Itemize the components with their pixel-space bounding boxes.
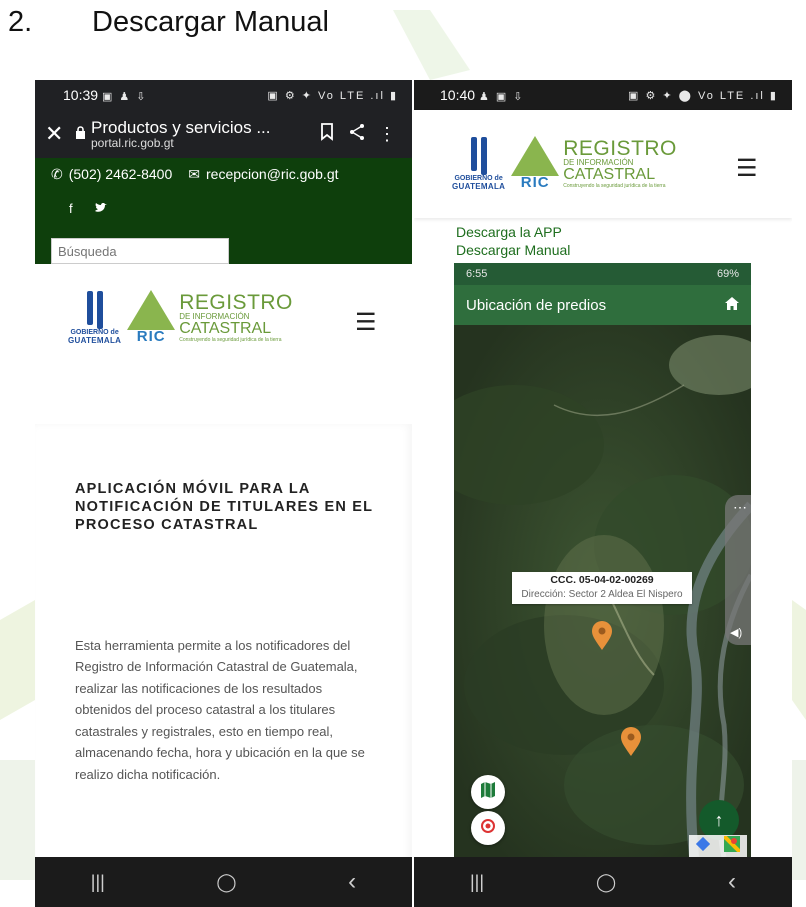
contact-bar: ✆ (502) 2462-8400 ✉ recepcion@ric.gob.gt f (35, 158, 412, 264)
back-button[interactable]: ‹ (348, 868, 356, 896)
map-icon (481, 781, 495, 803)
home-button[interactable]: ◯ (216, 872, 236, 893)
site-header: GOBIERNO de GUATEMALA RIC REGISTRO DE IN… (35, 264, 412, 424)
share-icon[interactable] (342, 123, 372, 146)
back-button[interactable]: ‹ (728, 868, 736, 896)
speaker-icon: ◀) (730, 627, 743, 639)
gobierno-logo: GOBIERNO de GUATEMALA (452, 136, 505, 191)
download-app-link[interactable]: Descarga la APP (456, 224, 792, 242)
hamburger-menu-icon[interactable]: ☰ (355, 308, 377, 337)
ric-logo[interactable]: GOBIERNO de GUATEMALA RIC REGISTRO DE IN… (68, 290, 293, 345)
close-icon[interactable]: ✕ (45, 121, 75, 147)
contact-email[interactable]: recepcion@ric.gob.gt (206, 166, 339, 182)
scroll-top-button[interactable]: ↑ (699, 800, 739, 840)
lock-icon (75, 126, 91, 142)
facebook-icon[interactable]: f (69, 201, 73, 216)
status-bar: 10:39 ▣ ♟ ⇩ ▣ ⚙ ✦ Vo LTE .ıl ▮ (35, 80, 412, 110)
section-heading: 2. Descargar Manual (8, 6, 329, 39)
contact-phone[interactable]: (502) 2462-8400 (69, 166, 173, 182)
location-target-icon (480, 818, 496, 839)
gobierno-logo: GOBIERNO de GUATEMALA (68, 290, 121, 345)
mail-icon: ✉ (188, 166, 200, 182)
recents-button[interactable]: ||| (470, 872, 484, 893)
site-header: GOBIERNO de GUATEMALA RIC REGISTRO DE IN… (414, 110, 792, 218)
status-left-icons: ▣ ♟ ⇩ (101, 91, 148, 103)
android-nav-bar: ||| ◯ ‹ (35, 857, 412, 907)
status-left-icons: ♟ ▣ ⇩ (478, 91, 525, 103)
arrow-up-icon: ↑ (714, 809, 724, 830)
map-app-logos (689, 834, 747, 857)
app-title: APLICACIÓN MÓVIL PARA LA NOTIFICACIÓN DE… (75, 481, 373, 534)
status-right-icons: ▣ ⚙ ✦ Vo LTE .ıl ▮ (267, 89, 398, 102)
hamburger-menu-icon[interactable]: ☰ (736, 154, 758, 183)
search-input[interactable] (51, 238, 229, 264)
status-time: 10:40 (440, 87, 476, 103)
app-bar: Ubicación de predios (454, 285, 751, 325)
inner-status-bar: 6:55 69% (454, 263, 751, 285)
status-time: 10:39 (63, 87, 99, 103)
map-pin-icon[interactable] (591, 621, 613, 656)
right-phone-screenshot: 10:40 ♟ ▣ ⇩ ▣ ⚙ ✦ ⬤ Vo LTE .ıl ▮ GOBIERN… (414, 80, 792, 907)
volume-slider[interactable]: ⋯ ◀) (725, 495, 751, 645)
recents-button[interactable]: ||| (91, 872, 105, 893)
browser-toolbar: ✕ Productos y servicios ... portal.ric.g… (35, 110, 412, 158)
browser-title-box[interactable]: Productos y servicios ... portal.ric.gob… (91, 119, 312, 149)
phone-icon: ✆ (51, 166, 63, 182)
bookmark-icon[interactable] (312, 122, 342, 146)
navigation-app-icon[interactable] (695, 836, 711, 856)
ric-triangle-icon (511, 136, 560, 176)
page-title: Productos y servicios ... (91, 118, 271, 137)
app-description: Esta herramienta permite a los notificad… (75, 638, 365, 782)
satellite-map[interactable]: ⋯ ◀) CCC. 05-04-02-00269 Dirección: Sect… (454, 325, 751, 857)
ric-logo[interactable]: GOBIERNO de GUATEMALA RIC REGISTRO DE IN… (452, 136, 677, 191)
content-area: APLICACIÓN MÓVIL PARA LA NOTIFICACIÓN DE… (35, 424, 412, 885)
app-bar-title: Ubicación de predios (466, 296, 607, 314)
my-location-button[interactable] (471, 811, 505, 845)
ric-wordmark: REGISTRO DE INFORMACIÓN CATASTRAL Constr… (179, 291, 293, 343)
google-maps-icon[interactable] (722, 834, 742, 857)
twitter-icon[interactable] (94, 201, 107, 216)
status-bar: 10:40 ♟ ▣ ⇩ ▣ ⚙ ✦ ⬤ Vo LTE .ıl ▮ (414, 80, 792, 110)
android-nav-bar: ||| ◯ ‹ (414, 857, 792, 907)
map-layers-button[interactable] (471, 775, 505, 809)
content-card: APLICACIÓN MÓVIL PARA LA NOTIFICACIÓN DE… (35, 424, 412, 885)
property-code: CCC. 05-04-02-00269 (550, 574, 654, 586)
heading-title: Descargar Manual (92, 6, 329, 38)
map-pin-icon[interactable] (620, 727, 642, 762)
download-manual-link[interactable]: Descargar Manual (456, 242, 792, 260)
status-right-icons: ▣ ⚙ ✦ ⬤ Vo LTE .ıl ▮ (628, 89, 778, 102)
page-url: portal.ric.gob.gt (91, 135, 174, 150)
home-icon[interactable] (725, 296, 739, 314)
property-address: Dirección: Sector 2 Aldea El Nispero (521, 588, 683, 600)
heading-number: 2. (8, 6, 33, 38)
left-phone-screenshot: 10:39 ▣ ♟ ⇩ ▣ ⚙ ✦ Vo LTE .ıl ▮ ✕ Product… (35, 80, 412, 907)
download-links: Descarga la APP Descargar Manual (414, 218, 792, 260)
app-screenshot: 6:55 69% Ubicación de predios ⋯ ◀) CCC. … (454, 263, 751, 857)
ric-triangle-icon (127, 290, 176, 330)
ric-wordmark: REGISTRO DE INFORMACIÓN CATASTRAL Constr… (563, 137, 677, 189)
property-callout[interactable]: CCC. 05-04-02-00269 Dirección: Sector 2 … (512, 572, 692, 604)
more-icon[interactable]: ⋯ (733, 499, 747, 516)
more-icon[interactable]: ⋮ (372, 124, 402, 145)
home-button[interactable]: ◯ (596, 872, 616, 893)
